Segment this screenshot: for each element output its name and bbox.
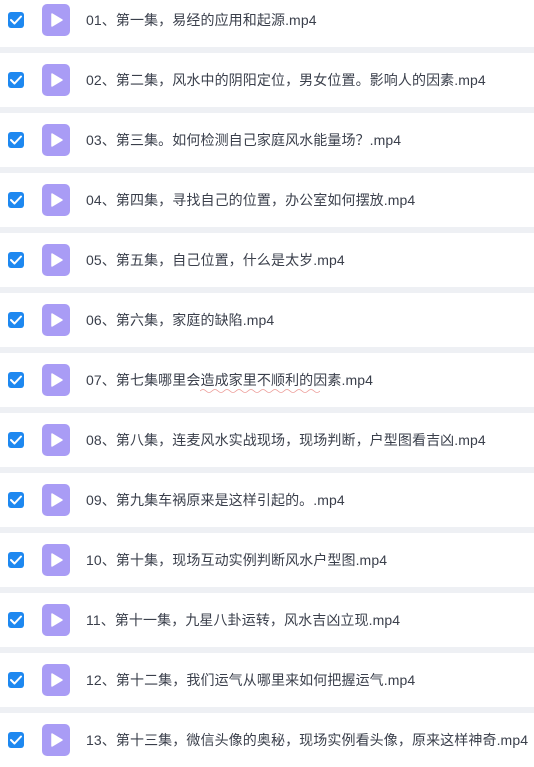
file-name: 05、第五集，自己位置，什么是太岁.mp4 — [86, 252, 345, 268]
video-file-icon — [42, 724, 70, 756]
file-name: 01、第一集，易经的应用和起源.mp4 — [86, 12, 317, 28]
check-icon — [10, 195, 22, 205]
check-icon — [10, 555, 22, 565]
file-checkbox[interactable] — [8, 732, 24, 748]
play-icon — [51, 373, 63, 387]
check-icon — [10, 15, 22, 25]
file-checkbox[interactable] — [8, 192, 24, 208]
play-icon — [51, 673, 63, 687]
file-name: 13、第十三集，微信头像的奥秘，现场实例看头像，原来这样神奇.mp4 — [86, 732, 529, 748]
file-row[interactable]: 07、第七集哪里会造成家里不顺利的因素.mp4 — [0, 353, 534, 407]
file-checkbox[interactable] — [8, 672, 24, 688]
file-name: 09、第九集车祸原来是这样引起的。.mp4 — [86, 492, 345, 508]
file-row[interactable]: 11、第十一集，九星八卦运转，风水吉凶立现.mp4 — [0, 593, 534, 647]
file-name: 06、第六集，家庭的缺陷.mp4 — [86, 312, 275, 328]
file-row[interactable]: 08、第八集，连麦风水实战现场，现场判断，户型图看吉凶.mp4 — [0, 413, 534, 467]
video-file-icon — [42, 64, 70, 96]
play-icon — [51, 733, 63, 747]
file-row[interactable]: 04、第四集，寻找自己的位置，办公室如何摆放.mp4 — [0, 173, 534, 227]
file-name: 11、第十一集，九星八卦运转，风水吉凶立现.mp4 — [86, 612, 401, 628]
file-row[interactable]: 10、第十集，现场互动实例判断风水户型图.mp4 — [0, 533, 534, 587]
file-name: 12、第十二集，我们运气从哪里来如何把握运气.mp4 — [86, 672, 416, 688]
video-file-icon — [42, 364, 70, 396]
file-checkbox[interactable] — [8, 612, 24, 628]
video-file-icon — [42, 664, 70, 696]
check-icon — [10, 495, 22, 505]
check-icon — [10, 675, 22, 685]
check-icon — [10, 735, 22, 745]
file-checkbox[interactable] — [8, 492, 24, 508]
check-icon — [10, 615, 22, 625]
play-icon — [51, 493, 63, 507]
video-file-icon — [42, 244, 70, 276]
video-file-icon — [42, 304, 70, 336]
video-file-icon — [42, 544, 70, 576]
video-file-icon — [42, 484, 70, 516]
file-checkbox[interactable] — [8, 552, 24, 568]
file-checkbox[interactable] — [8, 372, 24, 388]
file-name: 07、第七集哪里会造成家里不顺利的因素.mp4 — [86, 372, 373, 388]
file-checkbox[interactable] — [8, 72, 24, 88]
file-name: 10、第十集，现场互动实例判断风水户型图.mp4 — [86, 552, 388, 568]
file-checkbox[interactable] — [8, 12, 24, 28]
file-row[interactable]: 06、第六集，家庭的缺陷.mp4 — [0, 293, 534, 347]
file-row[interactable]: 09、第九集车祸原来是这样引起的。.mp4 — [0, 473, 534, 527]
video-file-icon — [42, 604, 70, 636]
play-icon — [51, 133, 63, 147]
play-icon — [51, 313, 63, 327]
file-row[interactable]: 13、第十三集，微信头像的奥秘，现场实例看头像，原来这样神奇.mp4 — [0, 713, 534, 767]
video-file-icon — [42, 4, 70, 36]
file-row[interactable]: 01、第一集，易经的应用和起源.mp4 — [0, 0, 534, 47]
video-file-icon — [42, 124, 70, 156]
play-icon — [51, 253, 63, 267]
check-icon — [10, 75, 22, 85]
file-row[interactable]: 05、第五集，自己位置，什么是太岁.mp4 — [0, 233, 534, 287]
check-icon — [10, 375, 22, 385]
play-icon — [51, 13, 63, 27]
file-row[interactable]: 12、第十二集，我们运气从哪里来如何把握运气.mp4 — [0, 653, 534, 707]
file-name: 04、第四集，寻找自己的位置，办公室如何摆放.mp4 — [86, 192, 416, 208]
file-name: 02、第二集，风水中的阴阳定位，男女位置。影响人的因素.mp4 — [86, 72, 486, 88]
file-name: 08、第八集，连麦风水实战现场，现场判断，户型图看吉凶.mp4 — [86, 432, 486, 448]
play-icon — [51, 73, 63, 87]
video-file-icon — [42, 424, 70, 456]
check-icon — [10, 435, 22, 445]
file-row[interactable]: 03、第三集。如何检测自己家庭风水能量场？.mp4 — [0, 113, 534, 167]
file-row[interactable]: 02、第二集，风水中的阴阳定位，男女位置。影响人的因素.mp4 — [0, 53, 534, 107]
check-icon — [10, 135, 22, 145]
file-checkbox[interactable] — [8, 432, 24, 448]
check-icon — [10, 255, 22, 265]
file-list: 01、第一集，易经的应用和起源.mp4 02、第二集，风水中的阴阳定位，男女位置。… — [0, 0, 534, 767]
check-icon — [10, 315, 22, 325]
file-checkbox[interactable] — [8, 132, 24, 148]
file-checkbox[interactable] — [8, 312, 24, 328]
video-file-icon — [42, 184, 70, 216]
file-name: 03、第三集。如何检测自己家庭风水能量场？.mp4 — [86, 132, 402, 148]
play-icon — [51, 553, 63, 567]
play-icon — [51, 433, 63, 447]
file-checkbox[interactable] — [8, 252, 24, 268]
play-icon — [51, 193, 63, 207]
play-icon — [51, 613, 63, 627]
